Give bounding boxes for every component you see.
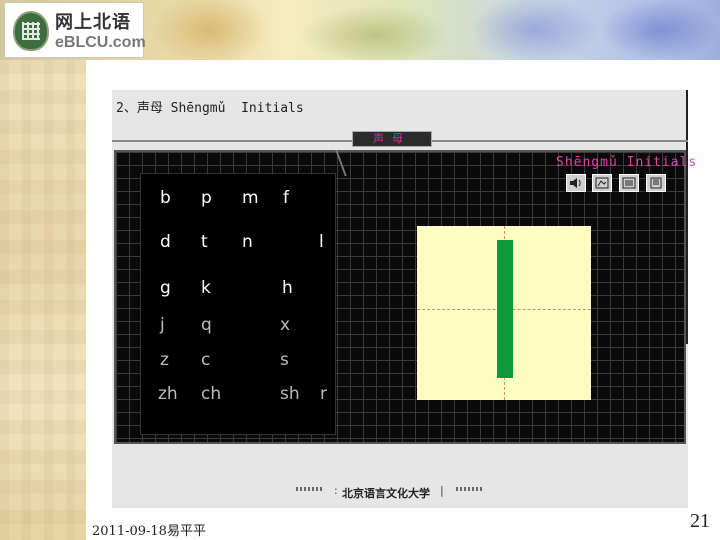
initial-k[interactable]: k	[201, 278, 211, 298]
initial-r[interactable]: r	[320, 384, 327, 404]
list-icon[interactable]	[619, 174, 639, 192]
banner-decoration	[470, 0, 600, 60]
footer-decoration	[456, 487, 484, 491]
book-icon[interactable]	[646, 174, 666, 192]
banner-decoration	[150, 0, 270, 60]
initial-j[interactable]: j	[160, 315, 165, 335]
emblem-icon	[13, 11, 49, 51]
panel-right-edge	[686, 90, 688, 344]
speaker-icon[interactable]	[566, 174, 586, 192]
initial-f[interactable]: f	[283, 188, 289, 208]
initial-ch[interactable]: ch	[201, 384, 221, 404]
initial-d[interactable]: d	[160, 232, 171, 252]
initial-c[interactable]: c	[201, 350, 210, 370]
top-banner: 网上北语 eBLCU.com	[0, 0, 720, 60]
initial-s[interactable]: s	[280, 350, 289, 370]
slide-heading: 2、声母 Shēngmǔ Initials	[116, 101, 304, 116]
initial-sh[interactable]: sh	[280, 384, 300, 404]
animation-icon[interactable]	[592, 174, 612, 192]
initial-l[interactable]: l	[319, 232, 324, 252]
footer-separator: |	[440, 484, 444, 497]
parchment-border	[0, 60, 86, 540]
letter-stroke	[497, 240, 513, 378]
slide-date: 2011-09-18易平平	[92, 524, 206, 539]
initial-t[interactable]: t	[201, 232, 208, 252]
page-number: 21	[690, 510, 710, 532]
initial-p[interactable]: p	[201, 188, 212, 208]
initial-n[interactable]: n	[242, 232, 253, 252]
university-name: 北京语言文化大学	[342, 487, 430, 500]
initial-x[interactable]: x	[280, 315, 290, 335]
panel-title: Shēngmǔ Initials	[556, 155, 698, 170]
tab-initials[interactable]: 声母	[352, 131, 432, 147]
logo-chinese-text: 网上北语	[55, 12, 131, 33]
initial-q[interactable]: q	[201, 315, 212, 335]
initial-b[interactable]: b	[160, 188, 171, 208]
initial-m[interactable]: m	[242, 188, 259, 208]
logo[interactable]: 网上北语 eBLCU.com	[4, 2, 146, 58]
initial-h[interactable]: h	[282, 278, 293, 298]
initial-z[interactable]: z	[160, 350, 169, 370]
banner-decoration	[300, 5, 450, 60]
footer-separator: :	[334, 484, 338, 497]
logo-english-text: eBLCU.com	[55, 34, 146, 51]
footer-decoration	[296, 487, 324, 491]
banner-decoration	[600, 0, 720, 60]
initial-g[interactable]: g	[160, 278, 171, 298]
initial-zh[interactable]: zh	[158, 384, 178, 404]
